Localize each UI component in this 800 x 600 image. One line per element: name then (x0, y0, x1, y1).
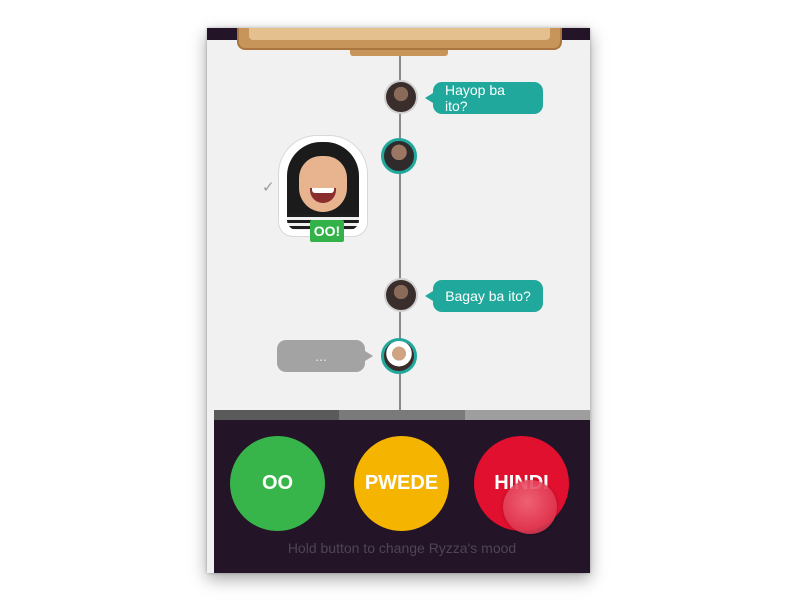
oo-button[interactable]: OO (230, 436, 325, 531)
message-bubble-bagay: Bagay ba ito? (425, 280, 543, 312)
progress-segment-2 (339, 410, 465, 420)
sticker-label: OO! (310, 220, 344, 242)
touch-indicator (503, 480, 557, 534)
avatar-host (384, 80, 418, 114)
message-bubble-hayop: Hayop ba ito? (425, 82, 543, 114)
progress-bar (214, 410, 590, 420)
mood-controls: OO PWEDE HINDI Hold button to change Ryz… (214, 420, 590, 573)
message-text: Hayop ba ito? (445, 82, 505, 114)
progress-segment-3 (464, 410, 590, 420)
message-text: Bagay ba ito? (445, 288, 531, 304)
progress-segment-1 (214, 410, 340, 420)
pwede-button[interactable]: PWEDE (354, 436, 449, 531)
typing-bubble: ... (277, 340, 373, 372)
pwede-button-label: PWEDE (364, 472, 439, 494)
check-icon: ✓ (262, 179, 275, 196)
picture-frame-top (237, 28, 562, 50)
hint-text: Hold button to change Ryzza's mood (287, 540, 517, 556)
avatar-host-2 (384, 278, 418, 312)
oo-button-label: OO (261, 472, 294, 494)
app-screen: Hayop ba ito? ✓ OO! Bagay ba ito? ... OO… (207, 28, 590, 573)
avatar-host-active (381, 138, 417, 174)
avatar-user (381, 338, 417, 374)
typing-indicator: ... (315, 348, 327, 364)
